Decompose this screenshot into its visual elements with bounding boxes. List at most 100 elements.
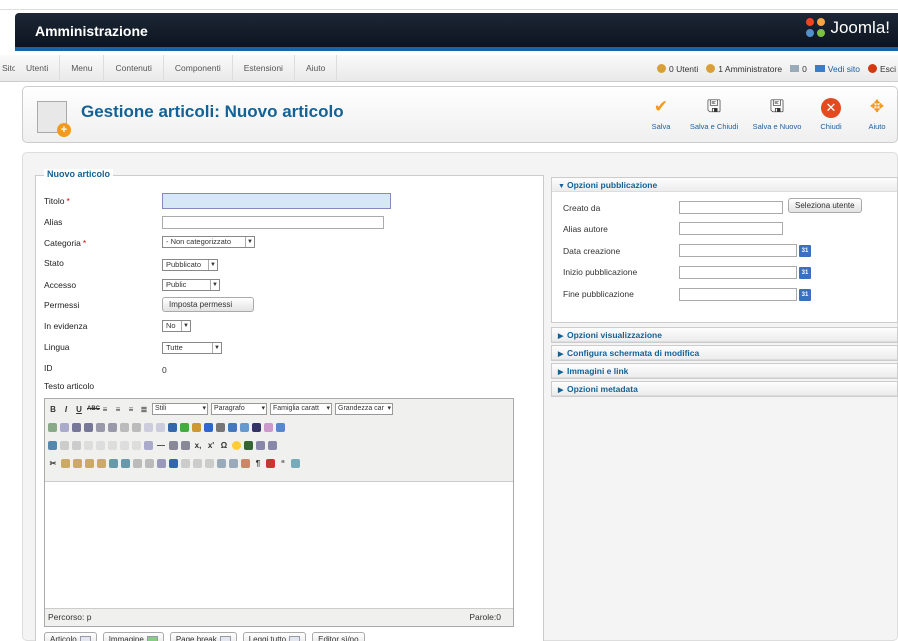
attribs-icon[interactable] bbox=[241, 458, 250, 468]
indent-icon[interactable] bbox=[108, 422, 117, 432]
menu-estensioni[interactable]: Estensioni bbox=[233, 55, 295, 82]
text-color-icon[interactable] bbox=[252, 422, 261, 432]
preview-icon[interactable] bbox=[228, 422, 237, 432]
cleanup-icon[interactable] bbox=[192, 422, 201, 432]
layer-icon[interactable] bbox=[133, 458, 142, 468]
delete-col-icon[interactable] bbox=[120, 440, 129, 450]
access-select[interactable]: Public ▼ bbox=[162, 279, 220, 291]
undo-icon[interactable] bbox=[120, 422, 129, 432]
blockquote-icon[interactable]: “ bbox=[278, 459, 288, 468]
redo-icon[interactable] bbox=[132, 422, 141, 432]
align-center-icon[interactable]: ≡ bbox=[113, 405, 123, 414]
special-char-icon[interactable]: Ω bbox=[219, 441, 229, 450]
layer-forward-icon[interactable] bbox=[145, 458, 154, 468]
template-icon[interactable] bbox=[266, 458, 275, 468]
calendar-icon[interactable]: 31 bbox=[799, 289, 811, 301]
align-right-icon[interactable]: ≡ bbox=[126, 405, 136, 414]
menu-aiuto[interactable]: Aiuto bbox=[295, 55, 338, 82]
select-user-button[interactable]: Seleziona utente bbox=[788, 198, 862, 213]
subscript-icon[interactable]: x, bbox=[193, 441, 203, 450]
superscript-icon[interactable]: x' bbox=[206, 441, 216, 450]
calendar-icon[interactable]: 31 bbox=[799, 245, 811, 257]
find-icon[interactable] bbox=[48, 422, 57, 432]
anchor-icon[interactable] bbox=[168, 422, 177, 432]
copy-icon[interactable] bbox=[61, 458, 70, 468]
table-props-icon[interactable] bbox=[48, 440, 57, 450]
display-options-header[interactable]: ▶ Opzioni visualizzazione bbox=[552, 328, 897, 342]
logout-link[interactable]: Esci bbox=[867, 64, 898, 74]
set-permissions-button[interactable]: Imposta permessi bbox=[162, 297, 254, 312]
select-all-icon[interactable] bbox=[109, 458, 118, 468]
images-links-header[interactable]: ▶ Immagini e link bbox=[552, 364, 897, 378]
smiley-icon[interactable] bbox=[232, 440, 241, 450]
highlight-icon[interactable] bbox=[264, 422, 273, 432]
font-family-select[interactable]: Famiglia caratt ▾ bbox=[270, 403, 332, 415]
page-break-button[interactable]: Page break bbox=[169, 632, 237, 641]
pilcrow-icon[interactable]: ¶ bbox=[253, 459, 263, 468]
display-options-panel[interactable]: ▶ Opzioni visualizzazione bbox=[551, 327, 898, 343]
paste-icon[interactable] bbox=[73, 458, 82, 468]
language-select[interactable]: Tutte ▼ bbox=[162, 342, 222, 354]
metadata-panel[interactable]: ▶ Opzioni metadata bbox=[551, 381, 898, 397]
insert-row-icon[interactable] bbox=[84, 440, 93, 450]
view-site-link[interactable]: Vedi sito bbox=[814, 64, 860, 74]
insert-col-icon[interactable] bbox=[108, 440, 117, 450]
save-close-button[interactable]: 🖫 Salva e Chiudi bbox=[686, 95, 742, 139]
styles-select[interactable]: Stili ▾ bbox=[152, 403, 208, 415]
italic-icon[interactable]: I bbox=[61, 405, 71, 414]
menu-contenuti[interactable]: Contenuti bbox=[104, 55, 164, 82]
acronym-icon[interactable] bbox=[205, 458, 214, 468]
del-icon[interactable] bbox=[217, 458, 226, 468]
row-props-icon[interactable] bbox=[60, 440, 69, 450]
read-more-button[interactable]: Leggi tutto bbox=[242, 632, 307, 641]
outdent-icon[interactable] bbox=[96, 422, 105, 432]
merge-cells-icon[interactable] bbox=[144, 440, 153, 450]
images-links-panel[interactable]: ▶ Immagini e link bbox=[551, 363, 898, 379]
format-select[interactable]: Paragrafo ▾ bbox=[211, 403, 267, 415]
alias-input[interactable] bbox=[162, 216, 384, 229]
help-editor-icon[interactable] bbox=[204, 422, 213, 432]
status-messages[interactable]: 0 bbox=[790, 64, 807, 74]
publishing-options-header[interactable]: ▼ Opzioni pubblicazione bbox=[552, 178, 897, 192]
numbered-list-icon[interactable] bbox=[84, 422, 93, 432]
insert-image-button[interactable]: Immagine bbox=[102, 632, 164, 641]
remove-format-icon[interactable] bbox=[169, 440, 178, 450]
publish-down-input[interactable] bbox=[679, 288, 797, 301]
abbr-icon[interactable] bbox=[193, 458, 202, 468]
visual-aid-icon[interactable] bbox=[181, 440, 190, 450]
menu-menu[interactable]: Menu bbox=[60, 55, 105, 82]
toggle-editor-button[interactable]: Editor sì/no bbox=[312, 632, 365, 641]
author-alias-input[interactable] bbox=[679, 222, 783, 235]
editor-text-area[interactable] bbox=[45, 481, 513, 609]
state-select[interactable]: Pubblicato ▼ bbox=[162, 259, 218, 271]
publish-up-input[interactable] bbox=[679, 266, 797, 279]
pagebreak-icon[interactable] bbox=[291, 458, 300, 468]
rtl-icon[interactable] bbox=[268, 440, 277, 450]
delete-row-icon[interactable] bbox=[96, 440, 105, 450]
joomla-logo[interactable]: Joomla! bbox=[806, 18, 890, 38]
category-select[interactable]: - Non categorizzato ▼ bbox=[162, 236, 255, 248]
cut-icon[interactable]: ✂ bbox=[48, 459, 58, 468]
calendar-icon[interactable]: 31 bbox=[799, 267, 811, 279]
ins-icon[interactable] bbox=[229, 458, 238, 468]
font-size-select[interactable]: Grandezza car ▾ bbox=[335, 403, 393, 415]
menu-utenti[interactable]: Utenti bbox=[15, 55, 61, 82]
layer-back-icon[interactable] bbox=[157, 458, 166, 468]
menu-componenti[interactable]: Componenti bbox=[164, 55, 233, 82]
replace-icon[interactable] bbox=[60, 422, 69, 432]
align-left-icon[interactable]: ≡ bbox=[100, 405, 110, 414]
bullet-list-icon[interactable] bbox=[72, 422, 81, 432]
align-justify-icon[interactable]: ≣ bbox=[139, 405, 149, 414]
ltr-icon[interactable] bbox=[256, 440, 265, 450]
help-button[interactable]: ✥ Aiuto bbox=[859, 95, 895, 139]
edit-screen-header[interactable]: ▶ Configura schermata di modifica bbox=[552, 346, 897, 360]
fullscreen-icon[interactable] bbox=[121, 458, 130, 468]
save-new-button[interactable]: 🖫 Salva e Nuovo bbox=[749, 95, 805, 139]
cite-icon[interactable] bbox=[181, 458, 190, 468]
unlink-icon[interactable] bbox=[156, 422, 165, 432]
html-icon[interactable] bbox=[216, 422, 225, 432]
close-button[interactable]: ✕ Chiudi bbox=[811, 95, 851, 139]
absolute-icon[interactable] bbox=[169, 458, 178, 468]
table-icon[interactable] bbox=[276, 422, 285, 432]
paste-text-icon[interactable] bbox=[85, 458, 94, 468]
